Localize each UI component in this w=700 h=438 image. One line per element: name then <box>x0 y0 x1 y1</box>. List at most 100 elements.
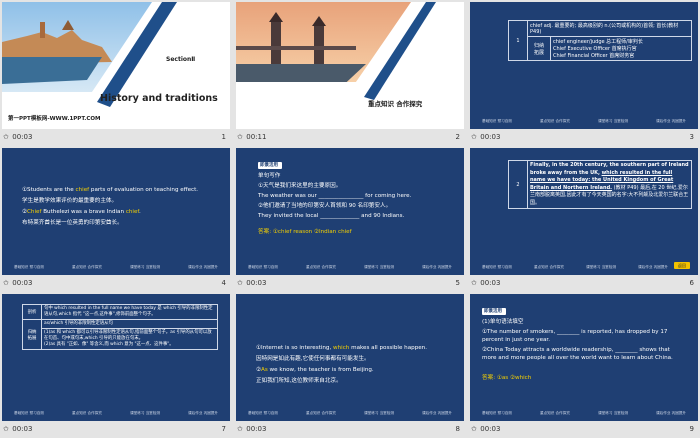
footer-link[interactable]: 基础知识 预习自测 <box>14 265 44 269</box>
animation-star-icon: ✩ <box>3 133 9 141</box>
example-sentence: ②As we know, the teacher is from Beijing… <box>256 367 374 373</box>
slide-thumbnail-8[interactable]: ①Internet is so interesting, which makes… <box>234 292 466 438</box>
slide-thumbnail-3[interactable]: 1 chief adj. 最重要的; 最高级别的 n.(公司或机构的)首领; 首… <box>468 0 700 146</box>
example-sentence: ①Students are the chief parts of evaluat… <box>22 187 199 193</box>
footer-link[interactable]: 重点知识 合作探究 <box>540 411 570 415</box>
footer-link[interactable]: 课堂练习 当堂检测 <box>586 265 616 269</box>
footer-link[interactable]: 课堂练习 当堂检测 <box>364 265 394 269</box>
footer-link[interactable]: 课后作业 巩固提升 <box>656 119 686 123</box>
category-label: 剖析 <box>22 304 42 320</box>
footer-link[interactable]: 基础知识 预习自测 <box>482 265 512 269</box>
slide-7[interactable]: 剖析 句中 which resulted in the full name we… <box>2 294 230 421</box>
analysis-text: 句中 which resulted in the full name we ha… <box>41 304 218 320</box>
footer-link[interactable]: 课后作业 巩固提升 <box>188 265 218 269</box>
exercise-tag-icon: 即景活用 <box>482 308 506 315</box>
slide-9[interactable]: 即景活用 (1)单句语法填空 ①The number of smokers, _… <box>470 294 698 421</box>
topic-heading: as/which 引导的非限制性定语从句 <box>41 319 218 329</box>
slide-footer-nav: 基础知识 预习自测 重点知识 合作探究 课堂练习 当堂检测 课后作业 巩固提升 <box>14 265 218 269</box>
animation-star-icon: ✩ <box>471 133 477 141</box>
slide-3[interactable]: 1 chief adj. 最重要的; 最高级别的 n.(公司或机构的)首领; 首… <box>470 2 698 129</box>
footer-link[interactable]: 重点知识 合作探究 <box>534 265 564 269</box>
exercise-item: ①The number of smokers, ________ is repo… <box>482 329 668 343</box>
slide-duration: 00:03 <box>480 279 501 287</box>
slide-5[interactable]: 即景活用 单句写作 ①天气是我们来这里的主要原因。 The weather wa… <box>236 148 464 275</box>
footer-link[interactable]: 课堂练习 当堂检测 <box>598 411 628 415</box>
footer-link[interactable]: 基础知识 预习自测 <box>14 411 44 415</box>
slide-4[interactable]: ①Students are the chief parts of evaluat… <box>2 148 230 275</box>
footer-link[interactable]: 课后作业 巩固提升 <box>638 265 668 269</box>
translation: 正如我们所知,这位教师来自北京。 <box>256 378 342 384</box>
exercise-heading: 单句写作 <box>258 173 281 179</box>
prompt-en: The weather was our ________________ for… <box>258 193 412 199</box>
slide-footer-nav: 基础知识 预习自测 重点知识 合作探究 课堂练习 当堂检测 课后作业 巩固提升 <box>248 265 452 269</box>
footer-link[interactable]: 课堂练习 当堂检测 <box>130 411 160 415</box>
slide-title: History and traditions <box>100 93 218 104</box>
footer-link[interactable]: 基础知识 预习自测 <box>482 411 512 415</box>
footer-link[interactable]: 基础知识 预习自测 <box>248 411 278 415</box>
exercise-heading: (1)单句语法填空 <box>482 319 524 325</box>
slide-duration: 00:03 <box>480 133 501 141</box>
rule-text: (1)as 和 which 都可以引导非限制性定语从句,指前面整个句子。as 引… <box>44 330 212 341</box>
analysis-table: 剖析 句中 which resulted in the full name we… <box>22 304 218 350</box>
footer-link[interactable]: 重点知识 合作探究 <box>540 119 570 123</box>
footer-link[interactable]: 重点知识 合作探究 <box>72 265 102 269</box>
slide-thumbnail-9[interactable]: 即景活用 (1)单句语法填空 ①The number of smokers, _… <box>468 292 700 438</box>
slide-sorter-grid: SectionⅡ History and traditions 第一PPT模板网… <box>0 0 700 438</box>
footer-link[interactable]: 课后作业 巩固提升 <box>422 265 452 269</box>
footer-link[interactable]: 课堂练习 当堂检测 <box>130 265 160 269</box>
slide-number: 1 <box>221 133 226 141</box>
slide-duration: 00:03 <box>12 133 33 141</box>
slide-number: 8 <box>455 425 460 433</box>
slide-6[interactable]: 2 Finally, in the 20th century, the sout… <box>470 148 698 275</box>
slide-thumbnail-5[interactable]: 即景活用 单句写作 ①天气是我们来这里的主要原因。 The weather wa… <box>234 146 466 292</box>
animation-star-icon: ✩ <box>471 279 477 287</box>
footer-link[interactable]: 重点知识 合作探究 <box>72 411 102 415</box>
slide-number: 4 <box>221 279 226 287</box>
slide-1[interactable]: SectionⅡ History and traditions 第一PPT模板网… <box>2 2 230 129</box>
slide-thumbnail-2[interactable]: 重点知识 合作探究 ✩ 00:11 2 <box>234 0 466 146</box>
slide-2[interactable]: 重点知识 合作探究 <box>236 2 464 129</box>
slide-thumbnail-7[interactable]: 剖析 句中 which resulted in the full name we… <box>0 292 232 438</box>
template-footer: 第一PPT模板网-WWW.1PPT.COM <box>8 116 101 122</box>
footer-link[interactable]: 基础知识 预习自测 <box>482 119 512 123</box>
slide-number: 2 <box>455 133 460 141</box>
footer-link[interactable]: 课堂练习 当堂检测 <box>598 119 628 123</box>
slide-footer-nav: 基础知识 预习自测 重点知识 合作探究 课堂练习 当堂检测 课后作业 巩固提升 <box>482 119 686 123</box>
slide-duration: 00:03 <box>246 279 267 287</box>
slide-footer-nav: 基础知识 预习自测 重点知识 合作探究 课堂练习 当堂检测 课后作业 巩固提升 <box>482 265 668 269</box>
footer-link[interactable]: 课后作业 巩固提升 <box>656 411 686 415</box>
row-number: 1 <box>508 20 528 61</box>
example-sentence: ①Internet is so interesting, which makes… <box>256 345 428 351</box>
footer-link[interactable]: 课后作业 巩固提升 <box>188 411 218 415</box>
venice-photo <box>2 2 177 107</box>
return-button[interactable]: 返回 <box>674 262 690 269</box>
exercise-tag-icon: 即景活用 <box>258 162 282 169</box>
slide-thumbnail-1[interactable]: SectionⅡ History and traditions 第一PPT模板网… <box>0 0 232 146</box>
footer-link[interactable]: 重点知识 合作探究 <box>306 411 336 415</box>
london-bridge-photo <box>236 2 436 100</box>
phrase-line: Chief Executive Officer 首席执行官 <box>553 46 637 52</box>
slide-8[interactable]: ①Internet is so interesting, which makes… <box>236 294 464 421</box>
footer-link[interactable]: 课堂练习 当堂检测 <box>364 411 394 415</box>
slide-footer-nav: 基础知识 预习自测 重点知识 合作探究 课堂练习 当堂检测 课后作业 巩固提升 <box>14 411 218 415</box>
slide-number: 7 <box>221 425 226 433</box>
footer-link[interactable]: 基础知识 预习自测 <box>248 265 278 269</box>
slide-thumbnail-6[interactable]: 2 Finally, in the 20th century, the sout… <box>468 146 700 292</box>
prompt-cn: ②他们邀请了当地的印第安人首领和 90 名印第安人。 <box>258 203 392 209</box>
animation-star-icon: ✩ <box>237 425 243 433</box>
footer-link[interactable]: 重点知识 合作探究 <box>306 265 336 269</box>
prompt-cn: ①天气是我们来这里的主要原因。 <box>258 183 342 189</box>
section-label: SectionⅡ <box>166 56 196 63</box>
translation: 布特莱齐酋长是一位英勇的印第安酋长。 <box>22 220 123 226</box>
slide-thumbnail-4[interactable]: ①Students are the chief parts of evaluat… <box>0 146 232 292</box>
row-number: 2 <box>508 160 528 209</box>
phrase-line: Chief Financial Officer 首席财务官 <box>553 53 635 59</box>
rule-text: (2)as 具有 "正如、像" 等含义,而 which 意为 "这一点、这件事"… <box>44 342 174 347</box>
slide-duration: 00:03 <box>480 425 501 433</box>
footer-link[interactable]: 课后作业 巩固提升 <box>422 411 452 415</box>
translation: 因特网是如此有趣,它使任何事都有可能发生。 <box>256 356 370 362</box>
definition-cell: chief adj. 最重要的; 最高级别的 n.(公司或机构的)首领; 首长(… <box>527 20 692 37</box>
slide-number: 6 <box>689 279 694 287</box>
section-caption: 重点知识 合作探究 <box>368 100 423 108</box>
slide-duration: 00:03 <box>12 425 33 433</box>
